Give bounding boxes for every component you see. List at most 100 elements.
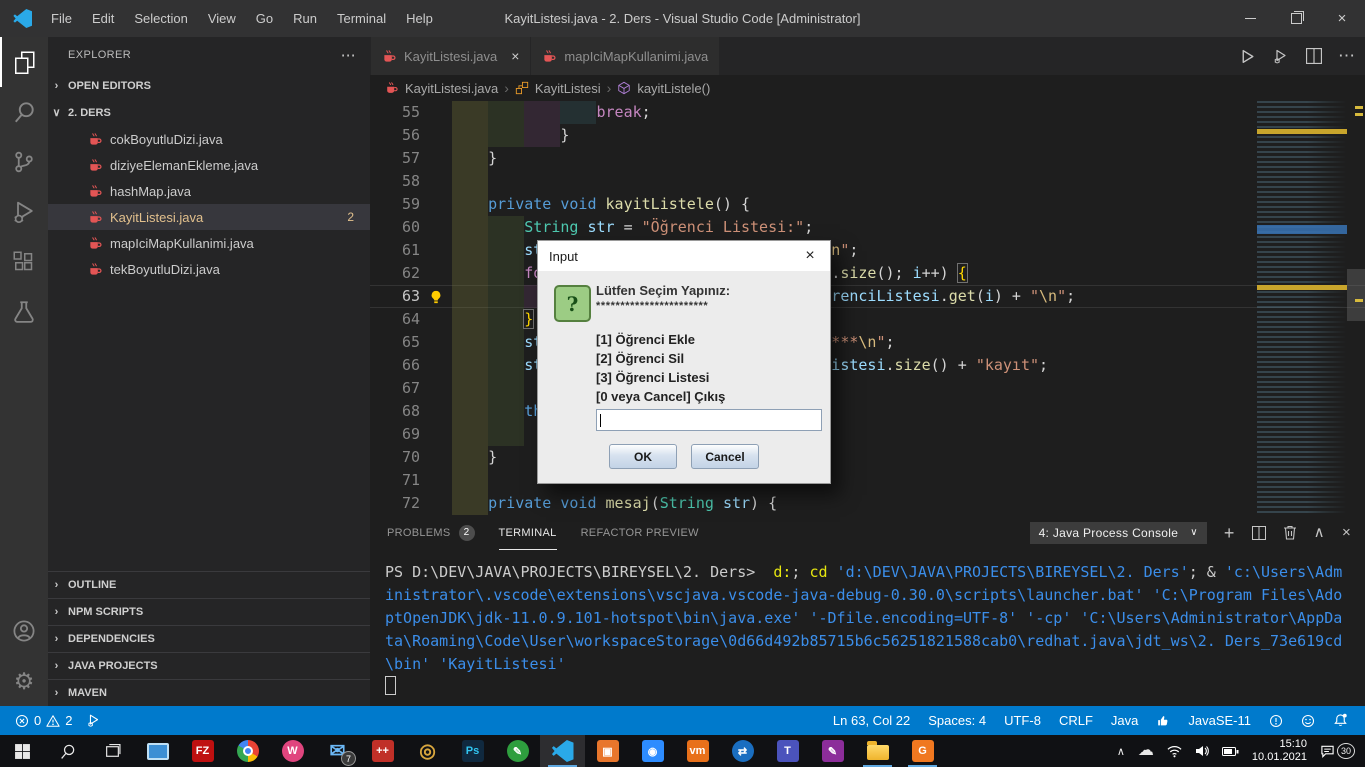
code-line[interactable]: 67: [370, 377, 1365, 400]
file-item[interactable]: mapIciMapKullanimi.java: [48, 230, 370, 256]
sidebar-section[interactable]: › MAVEN: [48, 679, 370, 706]
sidebar-section[interactable]: › NPM SCRIPTS: [48, 598, 370, 625]
breadcrumb-file[interactable]: KayitListesi.java: [405, 81, 498, 96]
breadcrumb-method[interactable]: kayitListele(): [637, 81, 710, 96]
menu-item[interactable]: Selection: [124, 0, 197, 37]
restore-button[interactable]: [1273, 0, 1319, 37]
start-button[interactable]: [0, 735, 45, 767]
code-line[interactable]: 55 break;: [370, 101, 1365, 124]
settings-button[interactable]: ⚙: [0, 656, 48, 706]
sidebar-section[interactable]: › DEPENDENCIES: [48, 625, 370, 652]
ok-button[interactable]: OK: [609, 444, 677, 469]
code-line[interactable]: 70 }: [370, 446, 1365, 469]
code-line[interactable]: 71: [370, 469, 1365, 492]
code-line[interactable]: 59 private void kayitListele() {: [370, 193, 1365, 216]
debug-status[interactable]: [81, 710, 107, 732]
file-item[interactable]: tekBoyutluDizi.java: [48, 256, 370, 282]
close-button[interactable]: ×: [1319, 0, 1365, 37]
code-line[interactable]: 65 str += "\n***************************…: [370, 331, 1365, 354]
taskbar-app[interactable]: ✎: [810, 735, 855, 767]
code-line[interactable]: 56 }: [370, 124, 1365, 147]
minimize-button[interactable]: [1227, 0, 1273, 37]
code-line[interactable]: 63 str += "[" + (i+1) + "] " + ogrenciLi…: [370, 285, 1365, 308]
editor-scrollbar[interactable]: [1347, 101, 1365, 515]
dialog-text-input[interactable]: [596, 409, 822, 431]
code-line[interactable]: 64 }: [370, 308, 1365, 331]
source-control-activity-button[interactable]: [0, 137, 48, 187]
menu-item[interactable]: Terminal: [327, 0, 396, 37]
split-terminal-icon[interactable]: [1252, 526, 1266, 540]
action-center-button[interactable]: 30: [1320, 743, 1355, 759]
menu-item[interactable]: Edit: [82, 0, 124, 37]
taskbar-app[interactable]: [540, 735, 585, 767]
extensions-activity-button[interactable]: [0, 237, 48, 287]
taskbar-app[interactable]: G: [900, 735, 945, 767]
onedrive-cloud-icon[interactable]: ☁: [1138, 743, 1154, 759]
close-panel-icon[interactable]: ×: [1342, 525, 1351, 540]
tab-close-icon[interactable]: ×: [511, 48, 519, 64]
taskbar-app[interactable]: ◎: [405, 735, 450, 767]
volume-icon[interactable]: [1195, 745, 1209, 757]
code-line[interactable]: 62 for (int i = 0; i < ogrenciListesi.si…: [370, 262, 1365, 285]
search-activity-button[interactable]: [0, 87, 48, 137]
taskbar-app[interactable]: ✉ 7: [315, 735, 360, 767]
code-line[interactable]: 69: [370, 423, 1365, 446]
taskbar-app[interactable]: W: [270, 735, 315, 767]
menu-item[interactable]: File: [41, 0, 82, 37]
sidebar-section[interactable]: › OUTLINE: [48, 571, 370, 598]
debug-run-icon[interactable]: [1272, 48, 1290, 65]
indentation[interactable]: Spaces: 4: [923, 710, 991, 732]
account-button[interactable]: [0, 606, 48, 656]
taskbar-app[interactable]: FZ: [180, 735, 225, 767]
taskbar-app[interactable]: ▣: [585, 735, 630, 767]
taskbar-app[interactable]: [225, 735, 270, 767]
menu-item[interactable]: Go: [246, 0, 283, 37]
language-mode[interactable]: Java: [1106, 710, 1143, 732]
encoding[interactable]: UTF-8: [999, 710, 1046, 732]
cancel-button[interactable]: Cancel: [691, 444, 759, 469]
explorer-activity-button[interactable]: [0, 37, 48, 87]
more-actions-icon[interactable]: ⋯: [1338, 46, 1355, 66]
breadcrumb-class[interactable]: KayitListesi: [535, 81, 601, 96]
dialog-title-bar[interactable]: Input ×: [538, 241, 830, 271]
taskbar-app[interactable]: Ps: [450, 735, 495, 767]
split-editor-icon[interactable]: [1306, 48, 1322, 64]
code-line[interactable]: 60 String str = "Öğrenci Listesi:";: [370, 216, 1365, 239]
taskbar-app[interactable]: ◉: [630, 735, 675, 767]
menu-item[interactable]: View: [198, 0, 246, 37]
taskbar-app[interactable]: T: [765, 735, 810, 767]
folder-section[interactable]: ∨ 2. DERS: [48, 99, 370, 126]
more-actions-icon[interactable]: ⋯: [341, 46, 356, 64]
taskbar-app[interactable]: [135, 735, 180, 767]
code-line[interactable]: 72 private void mesaj(String str) {: [370, 492, 1365, 515]
lightbulb-icon[interactable]: [429, 290, 443, 304]
file-item[interactable]: KayitListesi.java 2: [48, 204, 370, 230]
run-icon[interactable]: [1239, 48, 1256, 65]
terminal-output[interactable]: PS D:\DEV\JAVA\PROJECTS\BIREYSEL\2. Ders…: [385, 561, 1357, 699]
panel-tab[interactable]: PROBLEMS 2: [387, 515, 475, 550]
problems-status[interactable]: 0 2: [10, 710, 77, 732]
testing-activity-button[interactable]: [0, 287, 48, 337]
language-status[interactable]: [1151, 710, 1175, 732]
info-status[interactable]: [1264, 710, 1288, 732]
code-line[interactable]: 68 this.mesaj(str);: [370, 400, 1365, 423]
taskbar-app[interactable]: vm: [675, 735, 720, 767]
file-item[interactable]: hashMap.java: [48, 178, 370, 204]
sidebar-section[interactable]: › JAVA PROJECTS: [48, 652, 370, 679]
taskbar-app[interactable]: ✎: [495, 735, 540, 767]
taskbar-search-button[interactable]: [45, 735, 90, 767]
code-line[interactable]: 57 }: [370, 147, 1365, 170]
menu-item[interactable]: Help: [396, 0, 443, 37]
panel-tab[interactable]: TERMINAL: [499, 515, 557, 550]
taskbar-app[interactable]: [855, 735, 900, 767]
new-terminal-icon[interactable]: +: [1224, 524, 1235, 542]
taskbar-app[interactable]: ++: [360, 735, 405, 767]
code-editor[interactable]: 55 break;56 }57 }5859 private void kayit…: [370, 101, 1365, 515]
tray-expand-icon[interactable]: ∧: [1117, 745, 1125, 758]
minimap[interactable]: [1257, 101, 1347, 515]
editor-tab[interactable]: KayitListesi.java ×: [371, 37, 530, 75]
menu-item[interactable]: Run: [283, 0, 327, 37]
taskbar-app[interactable]: ⇄: [720, 735, 765, 767]
trash-icon[interactable]: [1283, 525, 1297, 540]
run-debug-activity-button[interactable]: [0, 187, 48, 237]
